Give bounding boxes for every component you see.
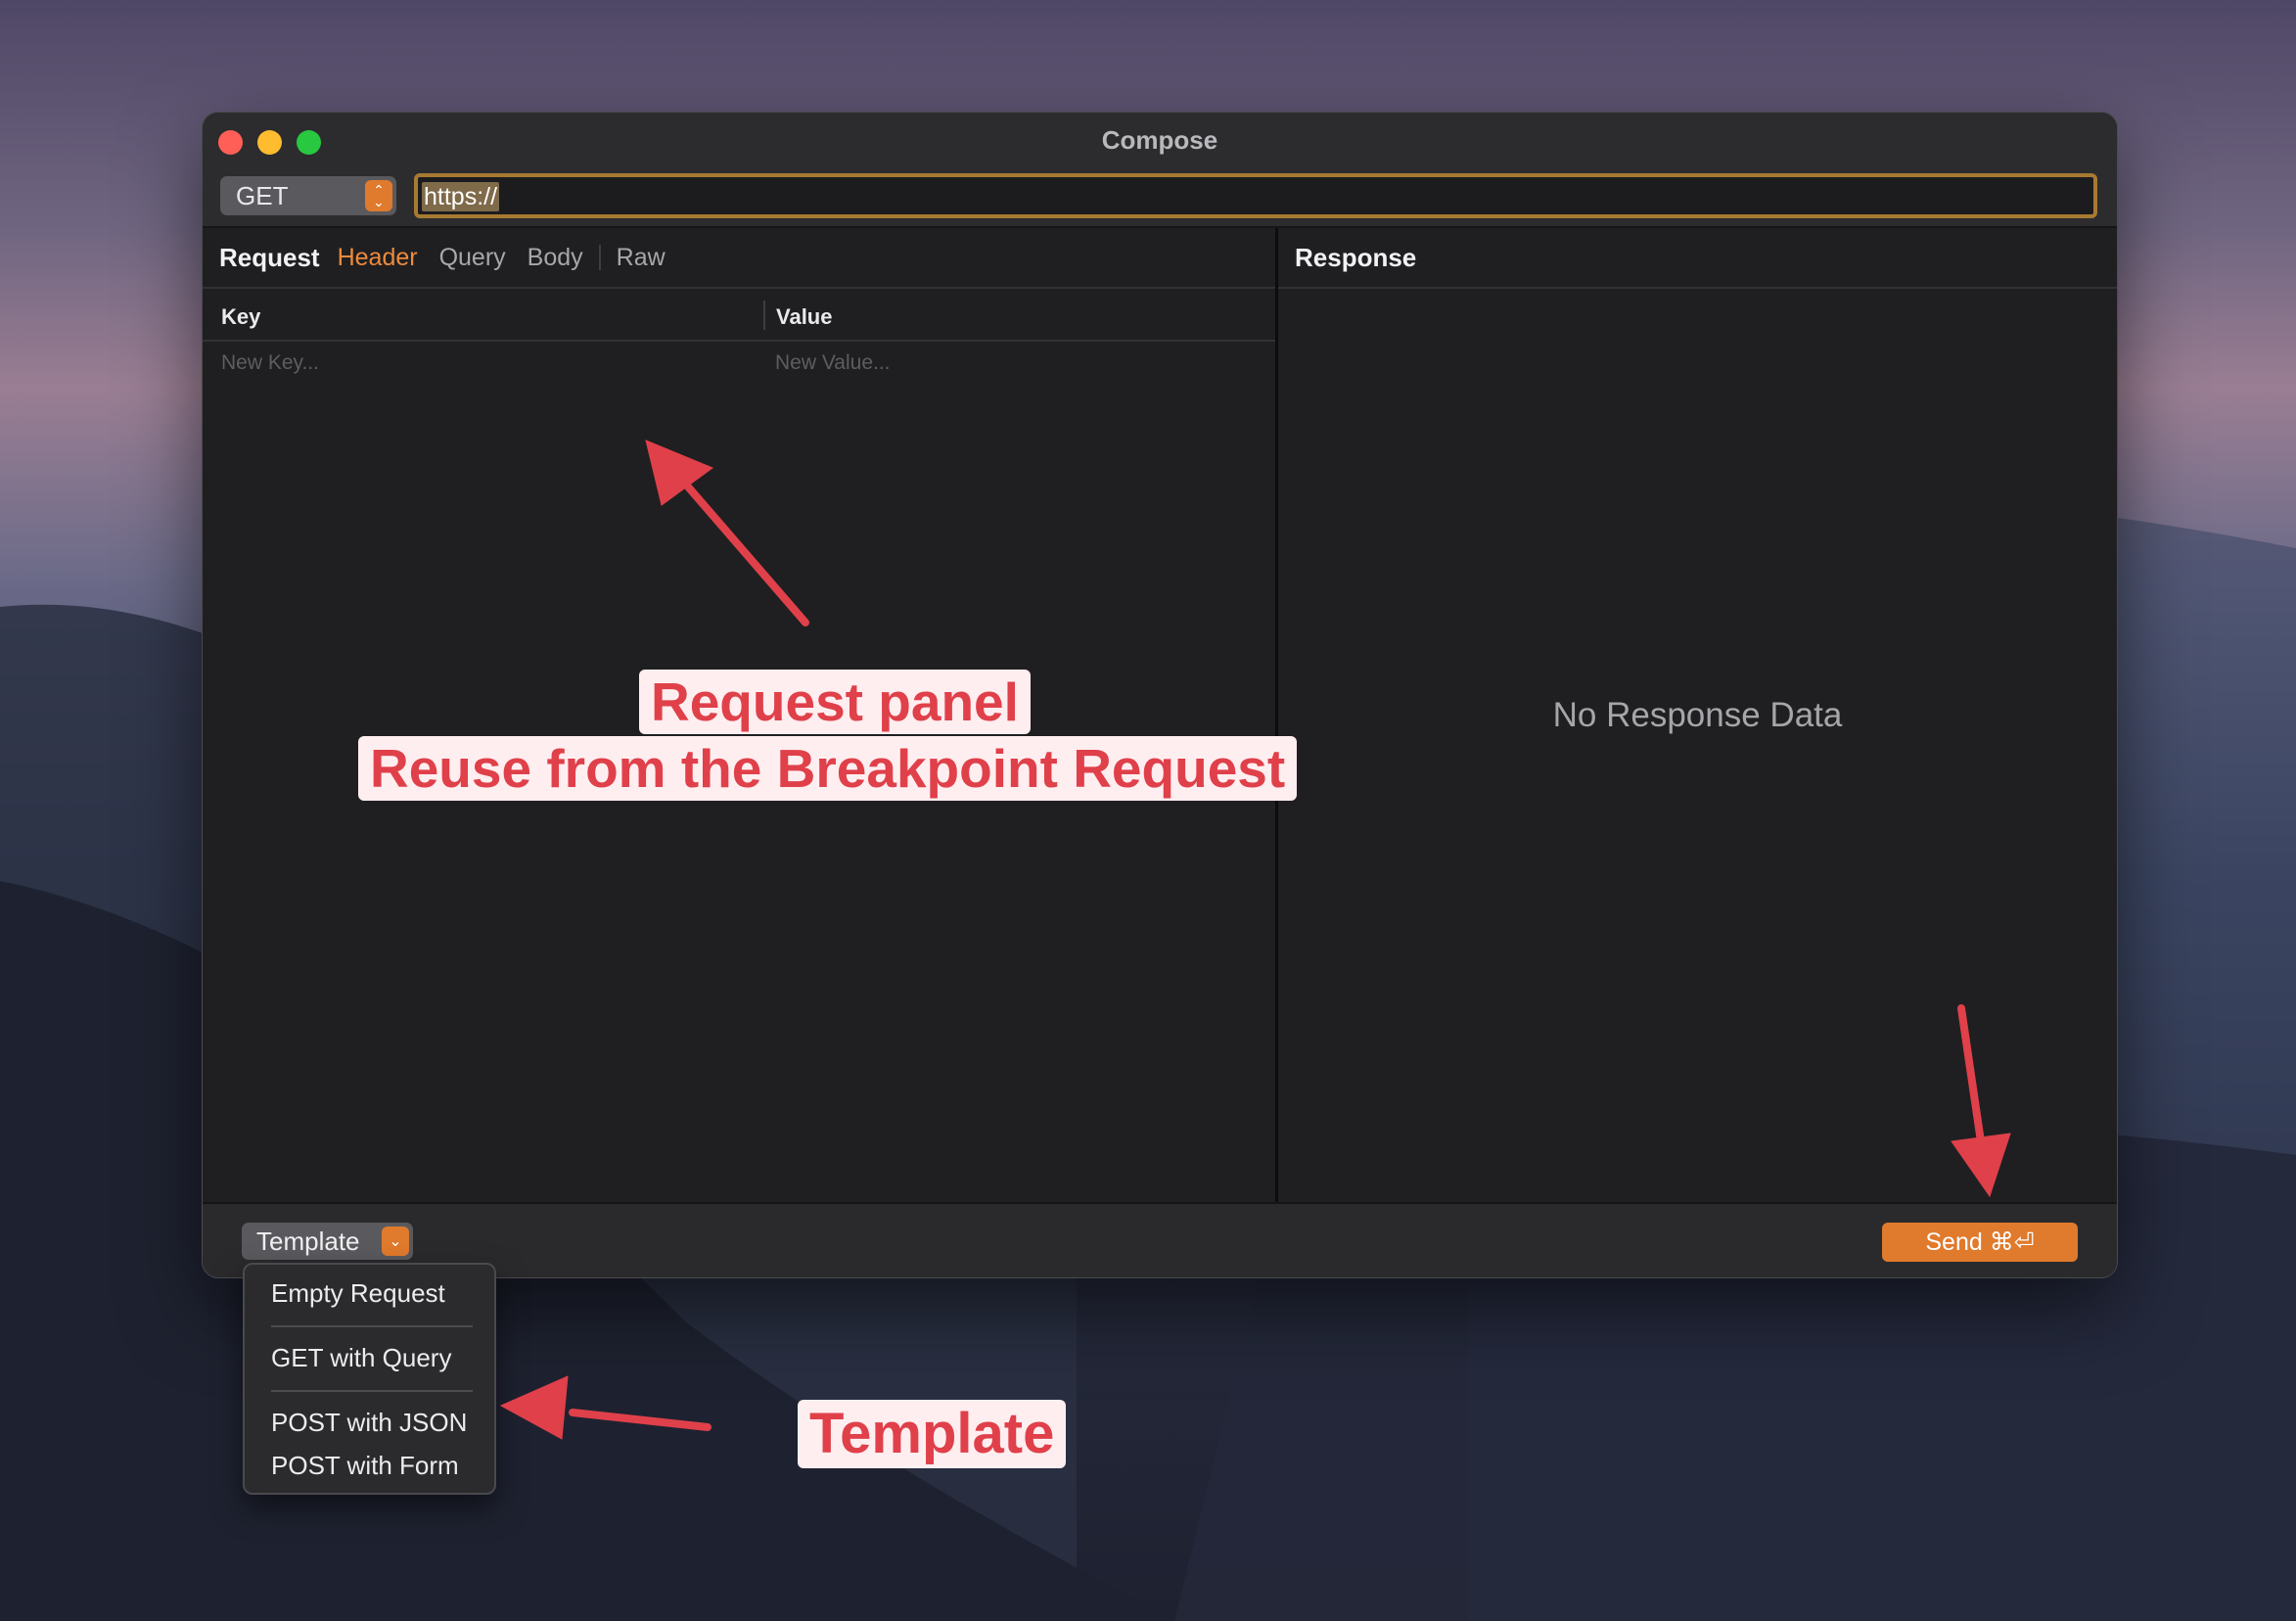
url-input[interactable] [414,173,2097,218]
chevron-down-icon[interactable]: ⌄ [382,1227,409,1256]
annotation-request-panel: Request panel [639,670,1031,734]
menu-item-get-with-query[interactable]: GET with Query [271,1343,451,1373]
annotation-template: Template [798,1400,1067,1468]
window-title: Compose [1101,124,1218,155]
tab-raw[interactable]: Raw [617,244,666,272]
tab-header[interactable]: Header [338,244,418,272]
request-title: Request [219,242,320,272]
send-button[interactable]: Send ⌘⏎ [1882,1223,2078,1262]
header-table-columns: Key Value [203,289,1275,342]
new-key-field[interactable]: New Key... [221,351,319,375]
menu-item-empty-request[interactable]: Empty Request [271,1278,445,1309]
close-window-button[interactable] [218,130,243,155]
column-value[interactable]: Value [776,304,832,330]
url-input-value: https:// [422,182,500,211]
tab-query[interactable]: Query [439,244,506,272]
request-toolbar: GET ⌃ ⌃ https:// [203,167,2117,228]
http-method-value: GET [236,180,289,210]
template-menu: Empty Request GET with Query POST with J… [243,1263,496,1495]
response-panel: Response No Response Data [1278,228,2117,1202]
menu-item-post-with-form[interactable]: POST with Form [271,1451,459,1481]
zoom-window-button[interactable] [297,130,321,155]
compose-window: Compose GET ⌃ ⌃ https:// Request Header Q… [203,113,2117,1277]
title-bar: Compose [203,113,2117,167]
table-row: New Key... New Value... [203,344,1275,383]
tab-body[interactable]: Body [528,244,583,272]
request-panel-header: Request Header Query Body Raw [203,228,1275,289]
column-resize-handle[interactable] [763,301,765,330]
template-popup-button[interactable]: Template ⌄ [242,1223,413,1260]
column-key[interactable]: Key [221,304,260,330]
minimize-window-button[interactable] [257,130,282,155]
template-button-label: Template [256,1226,360,1256]
menu-item-post-with-json[interactable]: POST with JSON [271,1408,467,1438]
tab-divider [598,245,601,270]
new-value-field[interactable]: New Value... [775,351,891,375]
updown-chevron-icon[interactable]: ⌃ ⌃ [365,180,392,211]
menu-separator [271,1390,473,1392]
no-response-message: No Response Data [1552,695,1843,734]
http-method-select[interactable]: GET ⌃ ⌃ [220,176,396,215]
menu-separator [271,1325,473,1327]
annotation-reuse: Reuse from the Breakpoint Request [358,736,1298,801]
window-controls [218,130,321,155]
